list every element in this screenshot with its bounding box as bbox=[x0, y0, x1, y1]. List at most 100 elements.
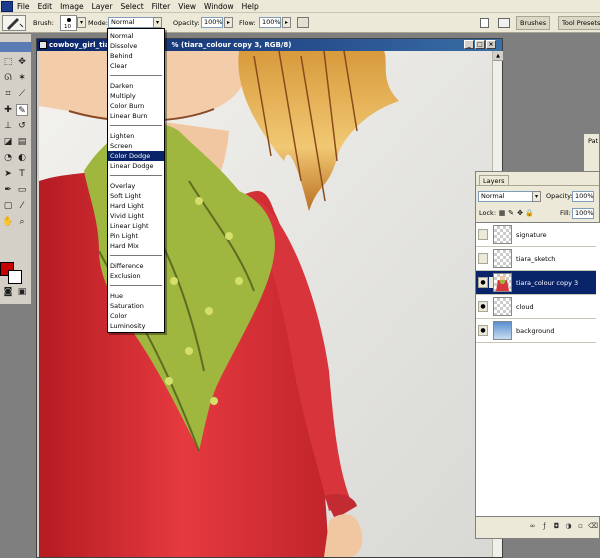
new-layer-icon[interactable]: ▫ bbox=[576, 522, 585, 531]
blend-mode-option[interactable]: Overlay bbox=[108, 181, 164, 191]
opacity-input[interactable]: 100% bbox=[201, 17, 223, 28]
eye-icon[interactable]: ● bbox=[478, 277, 488, 288]
eye-icon[interactable] bbox=[478, 253, 488, 264]
blend-mode-option[interactable]: Normal bbox=[108, 31, 164, 41]
blend-mode-option[interactable]: Soft Light bbox=[108, 191, 164, 201]
layer-row-tiara-sketch[interactable]: tiara_sketch bbox=[476, 247, 596, 271]
document-icon[interactable] bbox=[480, 18, 489, 28]
eye-icon[interactable] bbox=[478, 229, 488, 240]
menu-edit[interactable]: Edit bbox=[34, 0, 57, 13]
marquee-tool-icon[interactable]: ⬚ bbox=[2, 56, 14, 68]
dodge-tool-icon[interactable]: ◐ bbox=[16, 152, 28, 164]
crop-tool-icon[interactable]: ⌗ bbox=[2, 88, 14, 100]
shape-tool-icon[interactable]: ▭ bbox=[16, 184, 28, 196]
menu-window[interactable]: Window bbox=[200, 0, 238, 13]
tab-brushes[interactable]: Brushes bbox=[516, 16, 551, 30]
pen-tool-icon[interactable]: ✒ bbox=[2, 184, 14, 196]
menu-filter[interactable]: Filter bbox=[148, 0, 175, 13]
close-icon[interactable]: × bbox=[486, 40, 496, 49]
blend-mode-option[interactable]: Color Burn bbox=[108, 101, 164, 111]
screen-mode-icon[interactable]: ▣ bbox=[16, 286, 28, 298]
chevron-down-icon[interactable]: ▾ bbox=[532, 191, 541, 202]
adjustment-layer-icon[interactable]: ◑ bbox=[564, 522, 573, 531]
move-tool-icon[interactable]: ✥ bbox=[16, 56, 28, 68]
menu-help[interactable]: Help bbox=[238, 0, 263, 13]
lock-pixels-icon[interactable]: ✎ bbox=[507, 209, 515, 218]
brush-tool-icon[interactable]: ✎ bbox=[16, 104, 28, 116]
layer-mask-icon[interactable]: ◘ bbox=[552, 522, 561, 531]
eraser-tool-icon[interactable]: ◪ bbox=[2, 136, 14, 148]
blend-mode-option[interactable]: Hard Mix bbox=[108, 241, 164, 251]
brush-picker[interactable]: 10 bbox=[60, 15, 77, 31]
layer-row-background[interactable]: ● background bbox=[476, 319, 596, 343]
tool-preset-picker[interactable] bbox=[2, 15, 26, 31]
blend-mode-option[interactable]: Linear Burn bbox=[108, 111, 164, 121]
slice-tool-icon[interactable]: ⟋ bbox=[16, 88, 28, 100]
chevron-right-icon[interactable]: ▸ bbox=[224, 17, 233, 28]
lock-position-icon[interactable]: ✥ bbox=[516, 209, 524, 218]
blend-mode-option[interactable]: Pin Light bbox=[108, 231, 164, 241]
hand-tool-icon[interactable]: ✋ bbox=[2, 216, 14, 228]
blend-mode-option[interactable]: Linear Dodge bbox=[108, 161, 164, 171]
blend-mode-dropdown[interactable]: Normal Dissolve Behind Clear Darken Multiply C… bbox=[107, 28, 165, 333]
eye-icon[interactable]: ● bbox=[478, 325, 488, 336]
layer-opacity-input[interactable]: 100% bbox=[572, 191, 594, 202]
blend-mode-option[interactable]: Screen bbox=[108, 141, 164, 151]
link-layers-icon[interactable]: ∞ bbox=[528, 522, 537, 531]
palette-well-icon[interactable] bbox=[498, 18, 510, 28]
layer-row-tiara-colour-copy-3[interactable]: ● tiara_colour copy 3 bbox=[476, 271, 596, 295]
chevron-down-icon[interactable]: ▾ bbox=[77, 17, 86, 28]
blend-mode-option[interactable]: Dissolve bbox=[108, 41, 164, 51]
blend-mode-option[interactable]: Exclusion bbox=[108, 271, 164, 281]
menu-image[interactable]: Image bbox=[56, 0, 88, 13]
zoom-tool-icon[interactable]: ⌕ bbox=[16, 216, 28, 228]
menu-file[interactable]: File bbox=[13, 0, 34, 13]
blend-mode-option[interactable]: Color Dodge bbox=[108, 151, 164, 161]
trash-icon[interactable]: ⌫ bbox=[588, 522, 598, 531]
blend-mode-option[interactable]: Hue bbox=[108, 291, 164, 301]
lock-icon[interactable]: 🔒 bbox=[525, 209, 534, 218]
minimize-icon[interactable]: _ bbox=[464, 40, 474, 49]
layer-style-icon[interactable]: ƒ bbox=[540, 522, 549, 531]
path-selection-icon[interactable]: ➤ bbox=[2, 168, 14, 180]
blend-mode-option[interactable]: Hard Light bbox=[108, 201, 164, 211]
tab-tool-presets[interactable]: Tool Presets bbox=[558, 16, 600, 30]
lock-transparency-icon[interactable]: ▦ bbox=[498, 209, 506, 218]
layer-row-signature[interactable]: signature bbox=[476, 223, 596, 247]
background-color-swatch[interactable] bbox=[8, 270, 22, 284]
flow-input[interactable]: 100% bbox=[259, 17, 281, 28]
layer-blend-mode-select[interactable]: Normal bbox=[478, 191, 533, 202]
blend-mode-option[interactable]: Luminosity bbox=[108, 321, 164, 331]
mode-select[interactable]: Normal bbox=[108, 17, 154, 28]
blend-mode-option[interactable]: Clear bbox=[108, 61, 164, 71]
blend-mode-option[interactable]: Saturation bbox=[108, 301, 164, 311]
fill-input[interactable]: 100% bbox=[572, 208, 594, 219]
magic-wand-icon[interactable]: ✶ bbox=[16, 72, 28, 84]
healing-brush-icon[interactable]: ✚ bbox=[2, 104, 14, 116]
blend-mode-option[interactable]: Behind bbox=[108, 51, 164, 61]
layer-row-cloud[interactable]: ● cloud bbox=[476, 295, 596, 319]
chevron-right-icon[interactable]: ▸ bbox=[282, 17, 291, 28]
quick-mask-icon[interactable]: ◙ bbox=[2, 286, 14, 298]
notes-tool-icon[interactable]: ▢ bbox=[2, 200, 14, 212]
lasso-tool-icon[interactable]: ᘏ bbox=[2, 72, 14, 84]
scroll-up-icon[interactable]: ▲ bbox=[493, 51, 503, 61]
menu-view[interactable]: View bbox=[174, 0, 200, 13]
maximize-icon[interactable]: □ bbox=[475, 40, 485, 49]
clone-stamp-icon[interactable]: ⊥ bbox=[2, 120, 14, 132]
airbrush-icon[interactable] bbox=[297, 17, 309, 28]
eye-icon[interactable]: ● bbox=[478, 301, 488, 312]
menu-layer[interactable]: Layer bbox=[88, 0, 117, 13]
type-tool-icon[interactable]: T bbox=[16, 168, 28, 180]
paths-panel-tab[interactable]: Pat bbox=[583, 133, 600, 173]
eyedropper-icon[interactable]: ⁄ bbox=[16, 200, 28, 212]
blend-mode-option[interactable]: Multiply bbox=[108, 91, 164, 101]
blend-mode-option[interactable]: Vivid Light bbox=[108, 211, 164, 221]
blend-mode-option[interactable]: Difference bbox=[108, 261, 164, 271]
blur-tool-icon[interactable]: ◔ bbox=[2, 152, 14, 164]
gradient-tool-icon[interactable]: ▤ bbox=[16, 136, 28, 148]
history-brush-icon[interactable]: ↺ bbox=[16, 120, 28, 132]
blend-mode-option[interactable]: Color bbox=[108, 311, 164, 321]
blend-mode-option[interactable]: Lighten bbox=[108, 131, 164, 141]
blend-mode-option[interactable]: Darken bbox=[108, 81, 164, 91]
